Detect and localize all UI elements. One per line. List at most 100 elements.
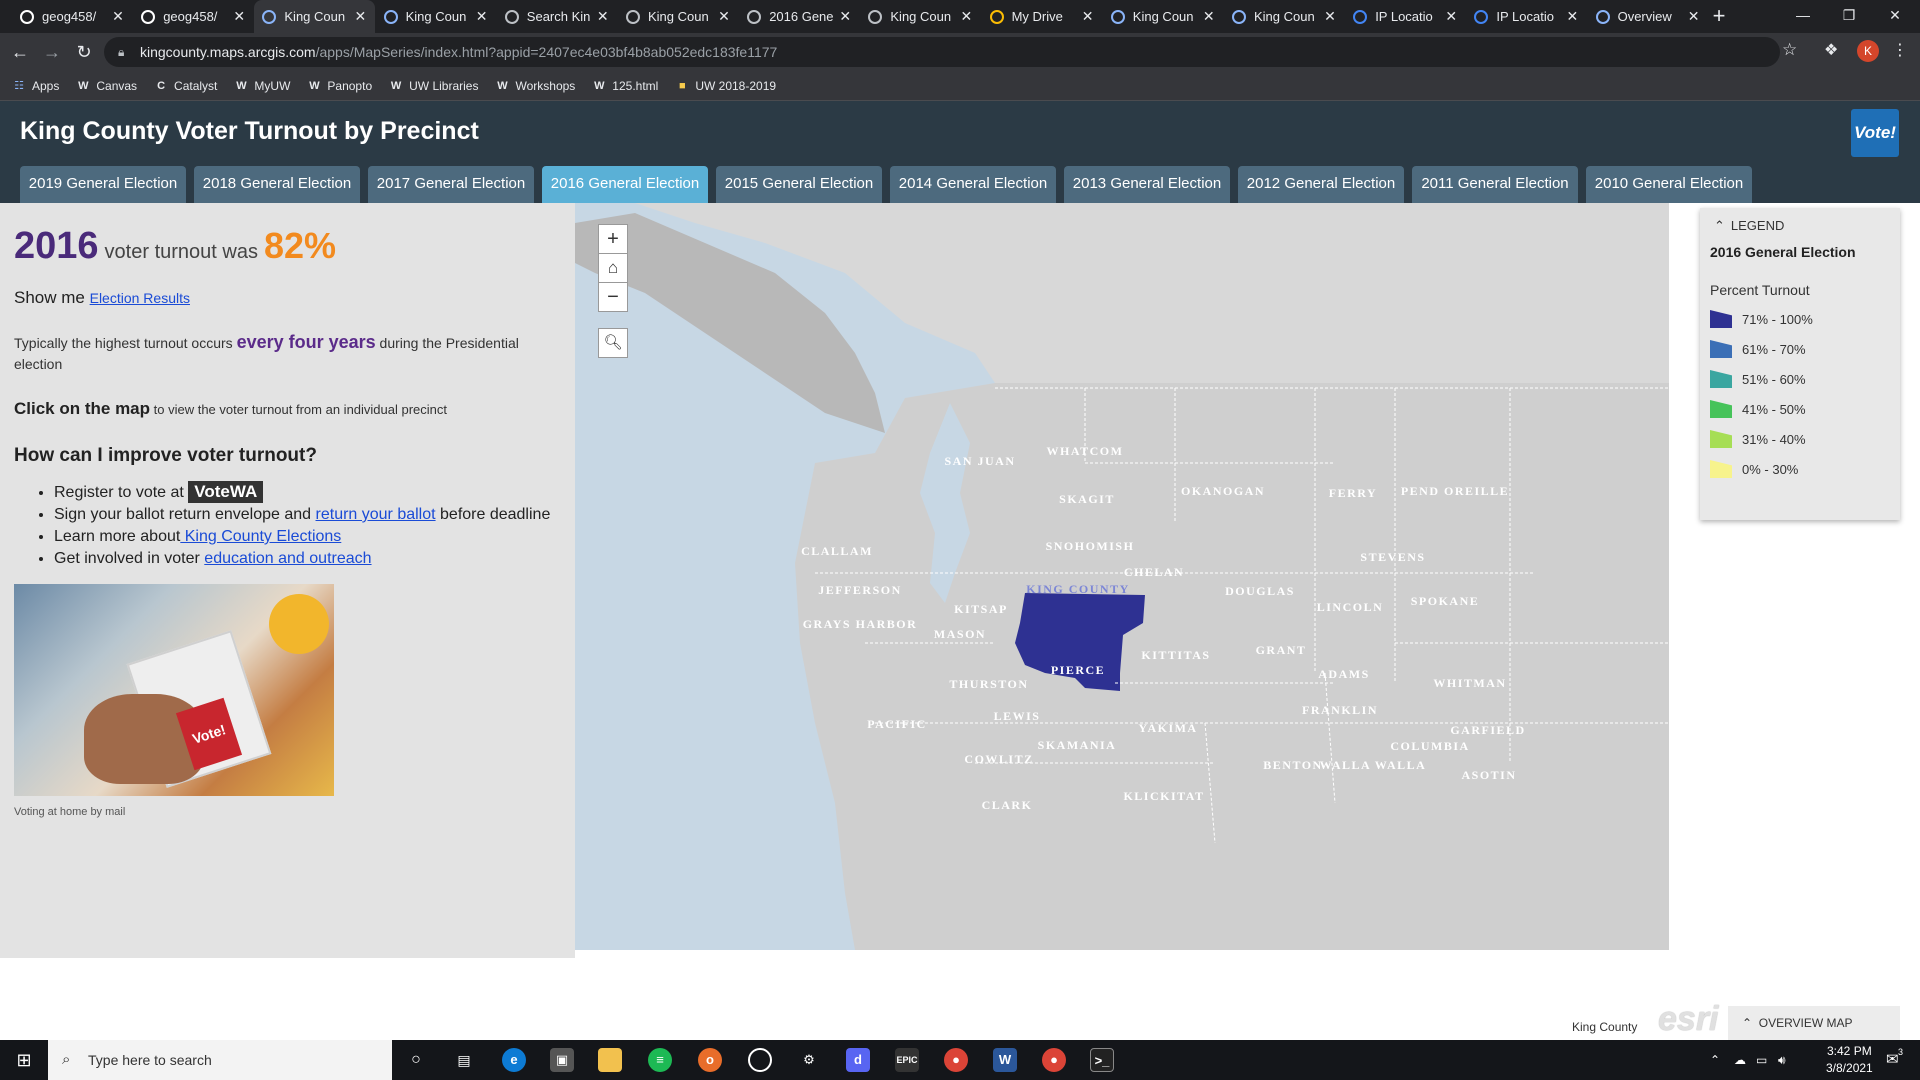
tab-election[interactable]: 2010 General Election: [1586, 166, 1752, 203]
origin-icon[interactable]: o: [698, 1048, 722, 1072]
browser-tab[interactable]: King Coun ✕: [1224, 0, 1345, 33]
tab-election[interactable]: 2016 General Election: [542, 166, 708, 203]
windows-start-icon[interactable]: ⊞: [0, 1040, 48, 1080]
map-search-icon[interactable]: 🔍︎: [598, 328, 628, 358]
county-label: WHATCOM: [1047, 444, 1124, 458]
browser-tab[interactable]: 2016 Gene ✕: [739, 0, 860, 33]
browser-tab[interactable]: geog458/ ✕: [133, 0, 254, 33]
votewa-link[interactable]: VoteWA: [188, 481, 264, 503]
new-tab-button[interactable]: +: [1707, 4, 1731, 28]
browser-tab[interactable]: geog458/ ✕: [12, 0, 133, 33]
address-bar[interactable]: 🔒︎ kingcounty.maps.arcgis.com/apps/MapSe…: [104, 37, 1780, 67]
taskbar-search-input[interactable]: ⌕ Type here to search: [48, 1040, 392, 1080]
tray-chevron-icon[interactable]: ⌃: [1710, 1040, 1720, 1080]
close-tab-icon[interactable]: ✕: [111, 8, 125, 25]
browser-tab[interactable]: IP Locatio ✕: [1345, 0, 1466, 33]
browser-tab[interactable]: King Coun ✕: [618, 0, 739, 33]
close-tab-icon[interactable]: ✕: [353, 8, 367, 25]
close-tab-icon[interactable]: ✕: [838, 8, 852, 25]
chrome-icon[interactable]: ●: [1042, 1048, 1066, 1072]
bookmark-item[interactable]: W Workshops: [495, 79, 575, 93]
browser-tab[interactable]: King Coun ✕: [860, 0, 981, 33]
browser-tab[interactable]: Search Kin ✕: [497, 0, 618, 33]
close-tab-icon[interactable]: ✕: [717, 8, 731, 25]
close-tab-icon[interactable]: ✕: [596, 8, 610, 25]
spotify-icon[interactable]: ≡: [648, 1048, 672, 1072]
bookmark-item[interactable]: W MyUW: [234, 79, 290, 93]
chrome-icon[interactable]: ●: [944, 1048, 968, 1072]
discord-icon[interactable]: d: [846, 1048, 870, 1072]
edge-icon[interactable]: e: [502, 1048, 526, 1072]
file-explorer-icon[interactable]: [598, 1048, 622, 1072]
back-icon[interactable]: ←: [8, 40, 32, 64]
epic-games-icon[interactable]: EPIC: [895, 1048, 919, 1072]
browser-tab[interactable]: King Coun ✕: [376, 0, 497, 33]
king-county-elections-link[interactable]: King County Elections: [180, 528, 342, 545]
tab-election[interactable]: 2018 General Election: [194, 166, 360, 203]
close-tab-icon[interactable]: ✕: [232, 8, 246, 25]
legend-header[interactable]: ⌃ LEGEND: [1714, 218, 1890, 234]
bookmark-item[interactable]: ☷ Apps: [12, 79, 59, 93]
cloud-icon[interactable]: ☁: [1734, 1040, 1746, 1080]
notifications-icon[interactable]: ✉: [1886, 1040, 1899, 1080]
tab-election[interactable]: 2014 General Election: [890, 166, 1056, 203]
overview-map-toggle[interactable]: ⌃ OVERVIEW MAP: [1728, 1006, 1900, 1040]
url-host: kingcounty.maps.arcgis.com: [140, 44, 316, 60]
map-canvas[interactable]: SAN JUAN WHATCOM SKAGIT OKANOGAN FERRY PEND O…: [575, 203, 1669, 950]
bookmark-item[interactable]: W Panopto: [307, 79, 372, 93]
tab-election[interactable]: 2019 General Election: [20, 166, 186, 203]
home-icon[interactable]: ⌂: [598, 253, 628, 283]
tab-election[interactable]: 2012 General Election: [1238, 166, 1404, 203]
volume-icon[interactable]: 🔊︎: [1778, 1040, 1786, 1080]
return-ballot-link[interactable]: return your ballot: [316, 506, 436, 523]
tab-election[interactable]: 2013 General Election: [1064, 166, 1230, 203]
network-icon[interactable]: ▭: [1756, 1040, 1767, 1080]
close-tab-icon[interactable]: ✕: [1081, 8, 1095, 25]
close-tab-icon[interactable]: ✕: [1323, 8, 1337, 25]
profile-avatar[interactable]: K: [1857, 40, 1879, 62]
education-outreach-link[interactable]: education and outreach: [204, 550, 371, 567]
bookmark-item[interactable]: W UW Libraries: [389, 79, 479, 93]
close-tab-icon[interactable]: ✕: [1444, 8, 1458, 25]
reload-icon[interactable]: ↻: [72, 40, 96, 64]
close-tab-icon[interactable]: ✕: [475, 8, 489, 25]
word-icon[interactable]: W: [993, 1048, 1017, 1072]
bookmark-item[interactable]: W 125.html: [592, 79, 658, 93]
election-results-link[interactable]: Election Results: [90, 290, 190, 306]
bookmark-item[interactable]: C Catalyst: [154, 79, 217, 93]
bookmark-item[interactable]: ■ UW 2018-2019: [675, 79, 776, 93]
chrome-menu-icon[interactable]: ⋮: [1892, 40, 1908, 60]
chevron-up-icon[interactable]: ⌃: [1714, 218, 1725, 233]
system-clock[interactable]: 3:42 PM 3/8/2021: [1826, 1043, 1873, 1077]
windows-taskbar: ⊞ ⌕ Type here to search ○ ▤ e ▣ ≡ o ⚙ d …: [0, 1040, 1920, 1080]
lock-icon: 🔒︎: [118, 45, 125, 59]
store-icon[interactable]: ▣: [550, 1048, 574, 1072]
close-tab-icon[interactable]: ✕: [1565, 8, 1579, 25]
minimize-button[interactable]: —: [1780, 0, 1826, 33]
uplay-icon[interactable]: [748, 1048, 772, 1072]
zoom-in-button[interactable]: +: [598, 224, 628, 254]
close-window-button[interactable]: ✕: [1872, 0, 1918, 33]
browser-tab[interactable]: King Coun ✕: [254, 0, 376, 33]
extensions-icon[interactable]: ❖: [1824, 40, 1838, 60]
zoom-out-button[interactable]: −: [598, 282, 628, 312]
browser-tab[interactable]: Overview ✕: [1588, 0, 1709, 33]
browser-tab[interactable]: IP Locatio ✕: [1466, 0, 1587, 33]
close-tab-icon[interactable]: ✕: [1202, 8, 1216, 25]
tab-election[interactable]: 2015 General Election: [716, 166, 882, 203]
cortana-icon[interactable]: ○: [404, 1048, 428, 1072]
task-view-icon[interactable]: ▤: [452, 1048, 476, 1072]
terminal-icon[interactable]: >_: [1090, 1048, 1114, 1072]
tab-election[interactable]: 2017 General Election: [368, 166, 534, 203]
bookmark-star-icon[interactable]: ☆: [1782, 40, 1797, 60]
map-view[interactable]: SAN JUAN WHATCOM SKAGIT OKANOGAN FERRY PEND O…: [575, 203, 1669, 950]
tab-election[interactable]: 2011 General Election: [1412, 166, 1578, 203]
browser-tab[interactable]: My Drive ✕: [982, 0, 1103, 33]
close-tab-icon[interactable]: ✕: [1687, 8, 1701, 25]
browser-tab[interactable]: King Coun ✕: [1103, 0, 1224, 33]
restore-button[interactable]: ❐: [1826, 0, 1872, 33]
forward-icon[interactable]: →: [40, 40, 64, 64]
steam-icon[interactable]: ⚙: [797, 1048, 821, 1072]
bookmark-item[interactable]: W Canvas: [76, 79, 137, 93]
close-tab-icon[interactable]: ✕: [959, 8, 973, 25]
